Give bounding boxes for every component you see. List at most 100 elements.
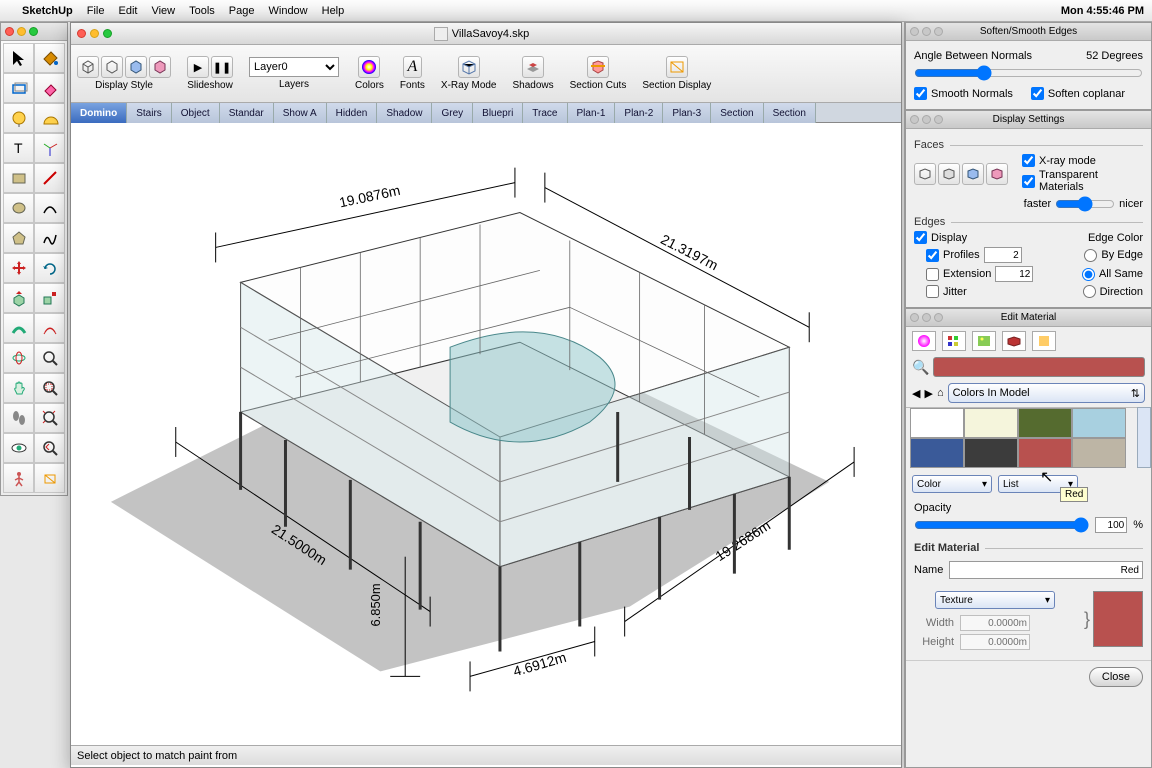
swatch-1[interactable]: [964, 408, 1018, 438]
texture-select[interactable]: Texture▾: [935, 591, 1055, 609]
viewport-3d[interactable]: 19.0876m 21.3197m 21.5000m 19.2686m 6.85…: [71, 123, 901, 745]
profiles-chk[interactable]: [926, 249, 939, 262]
by-edge-radio[interactable]: [1084, 249, 1097, 262]
previous-view-tool[interactable]: [34, 433, 65, 463]
image-icon[interactable]: [972, 331, 996, 351]
freehand-tool[interactable]: [34, 223, 65, 253]
menu-window[interactable]: Window: [269, 5, 308, 17]
section-display-button[interactable]: [666, 56, 688, 78]
position-camera-tool[interactable]: [3, 463, 34, 493]
rectangle-tool[interactable]: [3, 163, 34, 193]
move-tool[interactable]: [3, 253, 34, 283]
fonts-button[interactable]: A: [403, 56, 423, 78]
profiles-input[interactable]: [984, 247, 1022, 263]
style-shaded[interactable]: [125, 56, 147, 78]
tape-measure-tool[interactable]: [3, 103, 34, 133]
extension-chk[interactable]: [926, 268, 939, 281]
tab-plan2[interactable]: Plan-2: [615, 103, 663, 123]
face-style-2[interactable]: [938, 163, 960, 185]
menu-help[interactable]: Help: [322, 5, 345, 17]
tab-plan3[interactable]: Plan-3: [663, 103, 711, 123]
material-name-input[interactable]: [949, 561, 1143, 579]
home-icon[interactable]: ⌂: [937, 387, 944, 399]
circle-tool[interactable]: [3, 193, 34, 223]
swatch-scrollbar[interactable]: [1137, 407, 1151, 468]
swatch-3[interactable]: [1072, 408, 1126, 438]
style-hidden[interactable]: [101, 56, 123, 78]
soften-coplanar-chk[interactable]: [1031, 87, 1044, 100]
display-edges-chk[interactable]: [914, 231, 927, 244]
menu-tools[interactable]: Tools: [189, 5, 215, 17]
menu-file[interactable]: File: [87, 5, 105, 17]
color-wheel-icon[interactable]: [912, 331, 936, 351]
colors-button[interactable]: [358, 56, 380, 78]
tab-section1[interactable]: Section: [711, 103, 763, 123]
style-wireframe[interactable]: [77, 56, 99, 78]
tab-trace[interactable]: Trace: [523, 103, 567, 123]
rotate-tool[interactable]: [34, 253, 65, 283]
protractor-tool[interactable]: [34, 103, 65, 133]
swatch-7[interactable]: [1072, 438, 1126, 468]
eraser-tool[interactable]: [34, 73, 65, 103]
tab-blueprint[interactable]: Bluepri: [473, 103, 523, 123]
texture-height-input[interactable]: [960, 634, 1030, 650]
swatch-4[interactable]: [910, 438, 964, 468]
menu-edit[interactable]: Edit: [118, 5, 137, 17]
extension-input[interactable]: [995, 266, 1033, 282]
tab-domino[interactable]: Domino: [71, 103, 127, 123]
swatch-0[interactable]: [910, 408, 964, 438]
tab-object[interactable]: Object: [172, 103, 220, 123]
tab-stairs[interactable]: Stairs: [127, 103, 172, 123]
tab-plan1[interactable]: Plan-1: [568, 103, 616, 123]
jitter-chk[interactable]: [926, 285, 939, 298]
style-textured[interactable]: [149, 56, 171, 78]
transparent-chk[interactable]: [1022, 175, 1035, 188]
menu-page[interactable]: Page: [229, 5, 255, 17]
tab-hidden[interactable]: Hidden: [327, 103, 378, 123]
smooth-normals-chk[interactable]: [914, 87, 927, 100]
zoom-tool[interactable]: [34, 343, 65, 373]
slideshow-pause[interactable]: ❚❚: [211, 56, 233, 78]
follow-me-tool[interactable]: [3, 313, 34, 343]
zoom-extents-tool[interactable]: [34, 403, 65, 433]
swatch-list-icon[interactable]: [942, 331, 966, 351]
paint-bucket-tool[interactable]: [34, 43, 65, 73]
look-around-tool[interactable]: [3, 433, 34, 463]
menu-view[interactable]: View: [151, 5, 175, 17]
scale-tool[interactable]: [34, 283, 65, 313]
offset-tool[interactable]: [34, 313, 65, 343]
orbit-tool[interactable]: [3, 343, 34, 373]
nav-fwd-icon[interactable]: ▶: [924, 387, 932, 400]
face-style-1[interactable]: [914, 163, 936, 185]
swatch-5[interactable]: [964, 438, 1018, 468]
walk-tool[interactable]: [3, 403, 34, 433]
section-cuts-button[interactable]: [587, 56, 609, 78]
tab-shadow[interactable]: Shadow: [377, 103, 432, 123]
app-name[interactable]: SketchUp: [22, 5, 73, 17]
close-button[interactable]: Close: [1089, 667, 1143, 687]
link-dims-icon[interactable]: }: [1084, 609, 1090, 630]
section-plane-tool[interactable]: [34, 463, 65, 493]
axes-tool[interactable]: [34, 133, 65, 163]
current-material-swatch[interactable]: [933, 357, 1145, 377]
line-tool[interactable]: [34, 163, 65, 193]
material-library-select[interactable]: Colors In Model⇅: [948, 383, 1145, 403]
shadows-button[interactable]: [522, 56, 544, 78]
polygon-tool[interactable]: [3, 223, 34, 253]
texture-icon[interactable]: [1032, 331, 1056, 351]
direction-radio[interactable]: [1083, 285, 1096, 298]
angle-slider[interactable]: [914, 65, 1143, 81]
nav-back-icon[interactable]: ◀: [912, 387, 920, 400]
search-icon[interactable]: 🔍: [912, 359, 929, 376]
face-style-4[interactable]: [986, 163, 1008, 185]
close-button[interactable]: [77, 29, 86, 38]
xray-mode-chk[interactable]: [1022, 154, 1035, 167]
swatch-6[interactable]: [1018, 438, 1072, 468]
tab-grey[interactable]: Grey: [432, 103, 473, 123]
push-pull-tool[interactable]: [3, 283, 34, 313]
minimize-button[interactable]: [90, 29, 99, 38]
tab-standard[interactable]: Standar: [220, 103, 274, 123]
zoom-button[interactable]: [103, 29, 112, 38]
face-style-3[interactable]: [962, 163, 984, 185]
tab-showa[interactable]: Show A: [274, 103, 327, 123]
